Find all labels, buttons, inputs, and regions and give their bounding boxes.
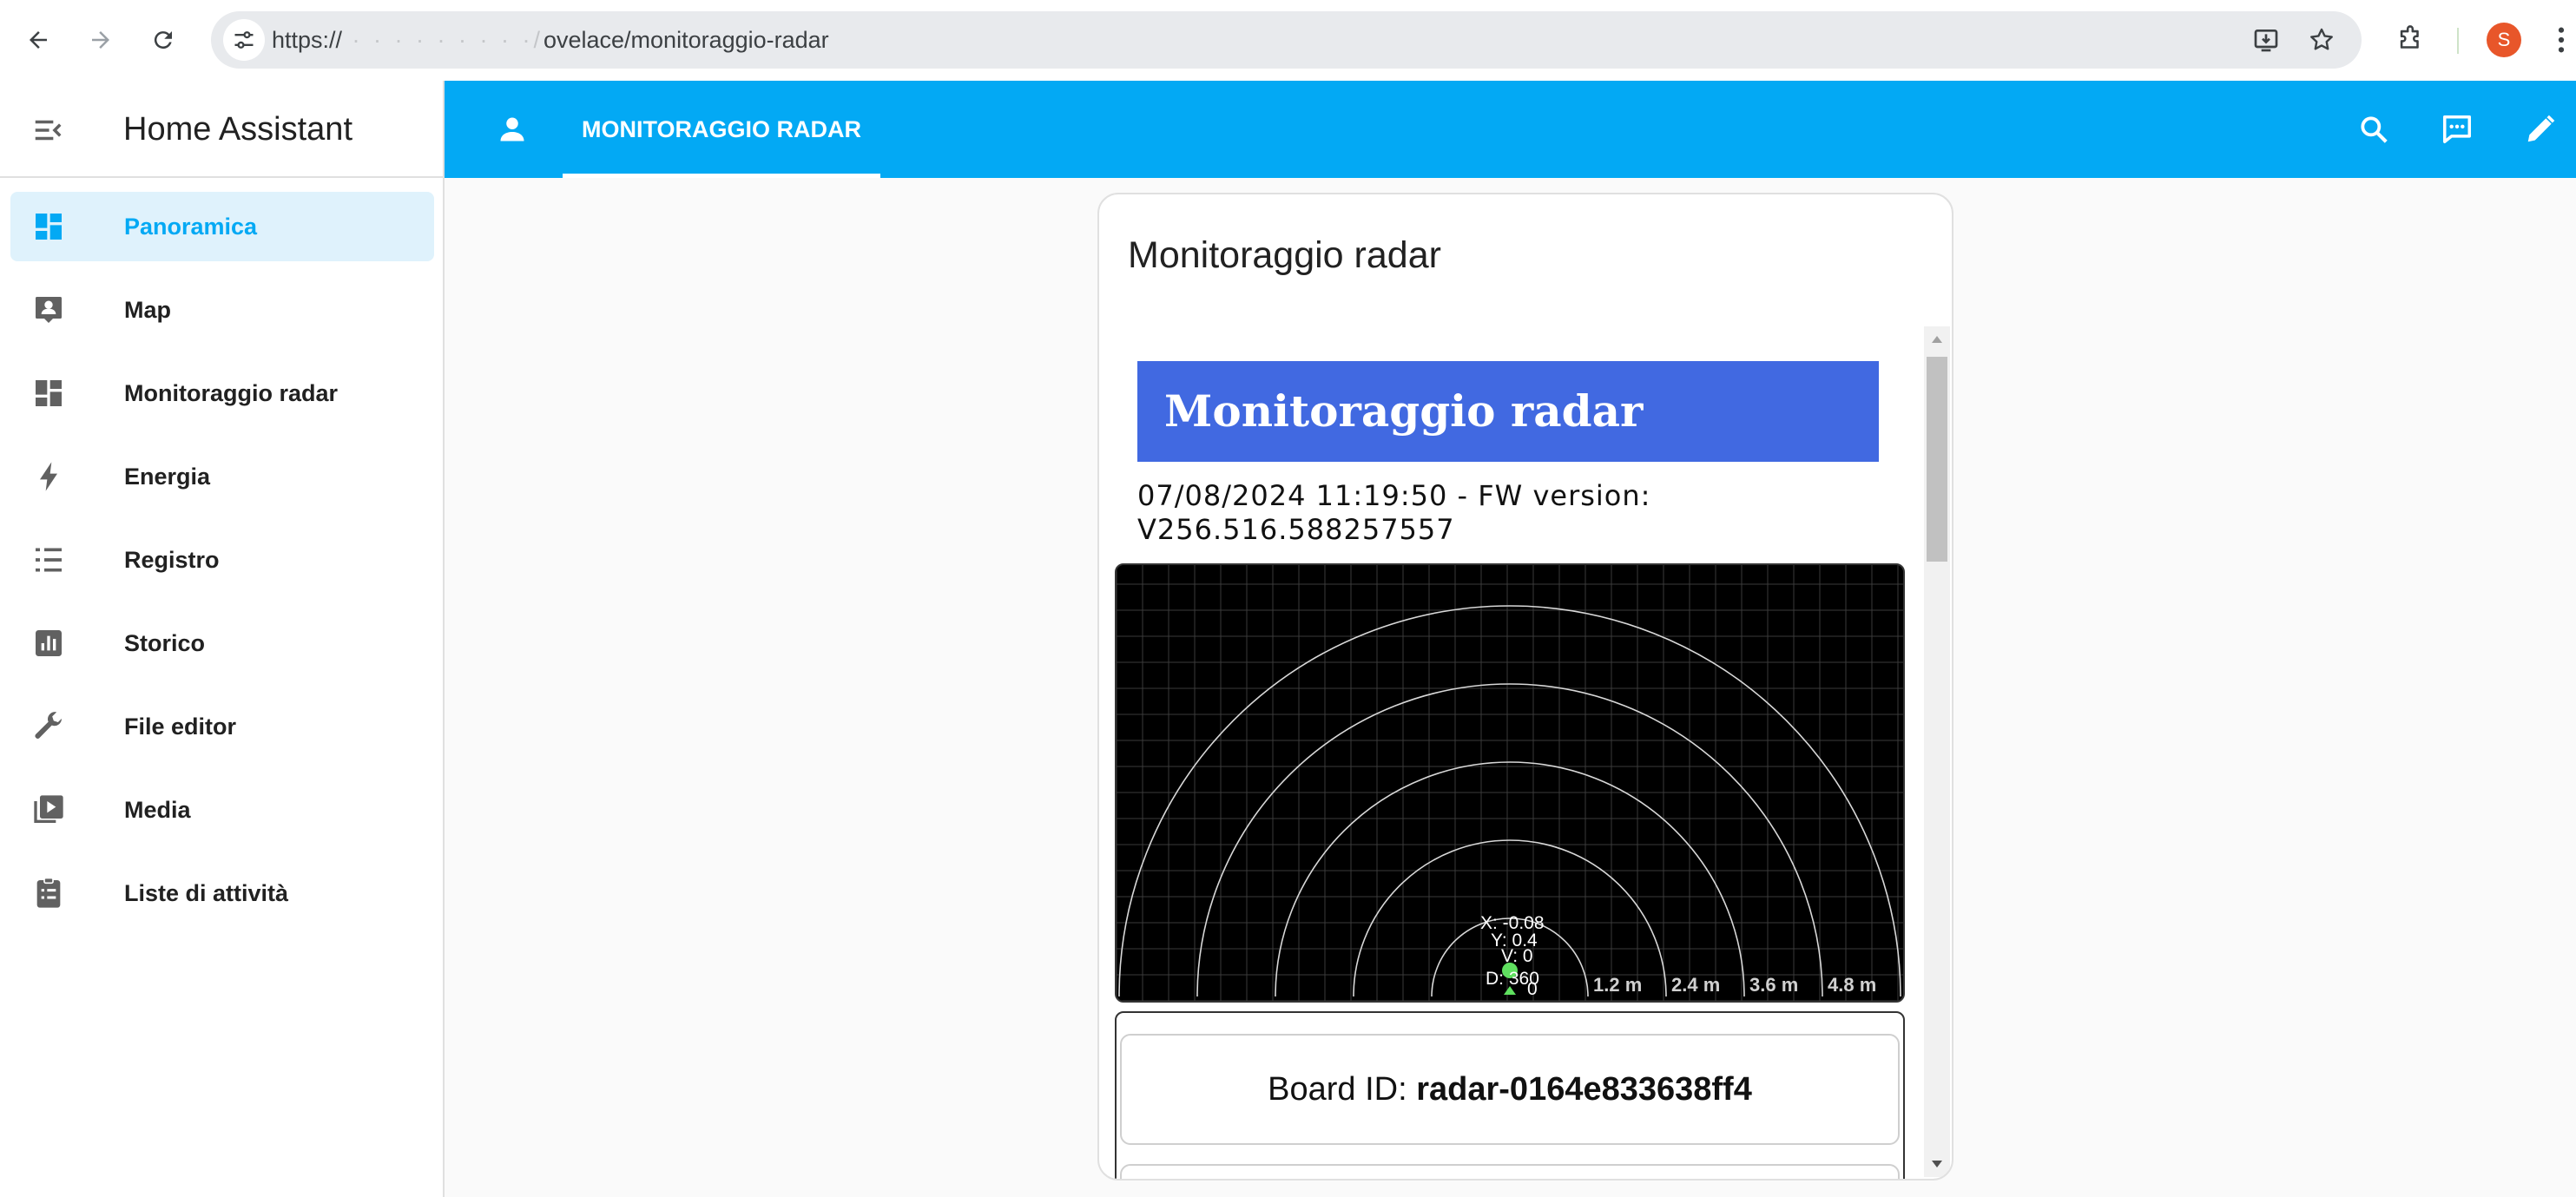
sidebar-item-label: Panoramica [124, 214, 258, 240]
assist-button[interactable] [2434, 107, 2480, 152]
scroll-down-arrow[interactable] [1924, 1151, 1950, 1177]
address-bar[interactable]: https:// · · · · · · · · ·/ovelace/monit… [211, 11, 2362, 69]
target-label: 0 [1527, 979, 1538, 999]
scroll-up-arrow[interactable] [1924, 326, 1950, 352]
back-button[interactable] [16, 17, 61, 62]
firmware-info: 07/08/2024 11:19:50 - FW version: V256.5… [1137, 479, 1658, 547]
play-box-multiple-icon [28, 789, 69, 831]
firmware-info-line: 07/08/2024 11:19:50 - FW version: [1137, 479, 1651, 512]
radar-plot: 1.2 m2.4 m3.6 m4.8 m6X: -0.08Y: 0.4V: 0D… [1117, 565, 1903, 1001]
tab-indicator [563, 174, 880, 178]
tab-monitoraggio-radar[interactable]: MONITORAGGIO RADAR [563, 81, 880, 178]
reload-icon [154, 31, 172, 49]
sidebar: Home Assistant Panoramica Map Monitoragg… [0, 81, 445, 1197]
card-title: Monitoraggio radar [1128, 234, 1441, 276]
sidebar-title: Home Assistant [123, 111, 352, 148]
sidebar-item-label: File editor [124, 714, 237, 740]
triangle-up-icon [1932, 336, 1942, 343]
browser-menu-button[interactable] [2551, 21, 2572, 59]
radar-iframe[interactable]: Monitoraggio radar 07/08/2024 11:19:50 -… [1113, 326, 1924, 1179]
radar-banner: Monitoraggio radar [1137, 361, 1879, 462]
sidebar-item-label: Media [124, 797, 191, 823]
url-prefix: https:// [272, 27, 343, 53]
star-icon [2310, 28, 2333, 50]
url-redacted: · · · · · · · · ·/ [342, 27, 544, 53]
dashboard-icon [28, 372, 69, 414]
clipboard-list-icon [28, 872, 69, 914]
range-label: 1.2 m [1593, 974, 1642, 996]
comment-processing-icon [2443, 115, 2471, 143]
board-id-value: radar-0164e833638ff4 [1416, 1071, 1752, 1108]
sidebar-item-energia[interactable]: Energia [10, 442, 434, 511]
arrow-left-icon [30, 31, 47, 49]
sidebar-item-liste-di-attivita[interactable]: Liste di attività [10, 858, 434, 928]
edit-dashboard-button[interactable] [2518, 107, 2563, 152]
sidebar-item-media[interactable]: Media [10, 775, 434, 845]
sidebar-item-label: Energia [124, 464, 211, 490]
install-icon [2254, 30, 2278, 52]
sidebar-item-registro[interactable]: Registro [10, 525, 434, 595]
board-id-panel: Board ID: radar-0164e833638ff4 [1120, 1034, 1900, 1145]
extensions-button[interactable] [2389, 19, 2431, 61]
toolbar-separator [2457, 28, 2459, 54]
search-button[interactable] [2351, 107, 2396, 152]
banner-title: Monitoraggio radar [1164, 385, 1644, 437]
site-info-button[interactable] [223, 19, 265, 61]
browser-toolbar: https:// · · · · · · · · ·/ovelace/monit… [0, 0, 2576, 81]
firmware-version: V256.516.588257557 [1137, 513, 1455, 546]
scrollbar-thumb[interactable] [1927, 357, 1947, 562]
sidebar-item-panoramica[interactable]: Panoramica [10, 192, 434, 261]
url-path: ovelace/monitoraggio-radar [543, 27, 829, 53]
card-scrollbar[interactable] [1924, 326, 1950, 1177]
range-label: 3.6 m [1749, 974, 1798, 996]
more-vert-icon [2558, 27, 2565, 53]
sidebar-item-map[interactable]: Map [10, 275, 434, 345]
sidebar-item-file-editor[interactable]: File editor [10, 692, 434, 761]
forward-button[interactable] [78, 17, 123, 62]
reload-button[interactable] [141, 17, 186, 62]
sidebar-item-monitoraggio-radar[interactable]: Monitoraggio radar [10, 358, 434, 428]
lightning-bolt-icon [28, 456, 69, 497]
sidebar-header: Home Assistant [0, 81, 443, 178]
sidebar-toggle-button[interactable] [26, 109, 69, 152]
arrow-right-icon [92, 31, 109, 49]
triangle-down-icon [1932, 1161, 1942, 1167]
sidebar-item-label: Liste di attività [124, 880, 289, 906]
account-icon [500, 117, 524, 141]
map-account-icon [28, 289, 69, 331]
url-text[interactable]: https:// · · · · · · · · ·/ovelace/monit… [272, 11, 829, 69]
top-app-bar: MONITORAGGIO RADAR [445, 81, 2576, 178]
puzzle-icon [2400, 25, 2419, 49]
dashboard-icon [28, 206, 69, 247]
menu-open-icon [35, 120, 62, 141]
sidebar-item-label: Storico [124, 630, 206, 656]
chart-box-icon [28, 622, 69, 664]
pencil-icon [2527, 115, 2555, 142]
board-section: Board ID: radar-0164e833638ff4 [1115, 1011, 1905, 1179]
wrench-icon [28, 706, 69, 747]
board-id-label: Board ID: [1268, 1071, 1417, 1108]
sidebar-item-label: Registro [124, 547, 220, 573]
target-label: V: 0 [1501, 946, 1533, 966]
format-list-icon [28, 539, 69, 581]
radar-card: Monitoraggio radar Monitoraggio radar 07… [1097, 193, 1953, 1181]
profile-avatar[interactable]: S [2487, 23, 2521, 57]
user-view-button[interactable] [490, 107, 535, 152]
tab-label: MONITORAGGIO RADAR [582, 116, 861, 142]
next-panel [1120, 1164, 1900, 1179]
range-label: 2.4 m [1671, 974, 1720, 996]
sidebar-item-label: Map [124, 297, 171, 323]
tune-icon [234, 31, 254, 49]
bookmark-button[interactable] [2303, 21, 2341, 59]
install-app-button[interactable] [2247, 21, 2285, 59]
radar-display: 1.2 m2.4 m3.6 m4.8 m6X: -0.08Y: 0.4V: 0D… [1115, 563, 1905, 1003]
range-label: 4.8 m [1828, 974, 1876, 996]
sidebar-item-storico[interactable]: Storico [10, 608, 434, 678]
search-icon [2361, 116, 2388, 143]
sidebar-item-label: Monitoraggio radar [124, 380, 339, 406]
